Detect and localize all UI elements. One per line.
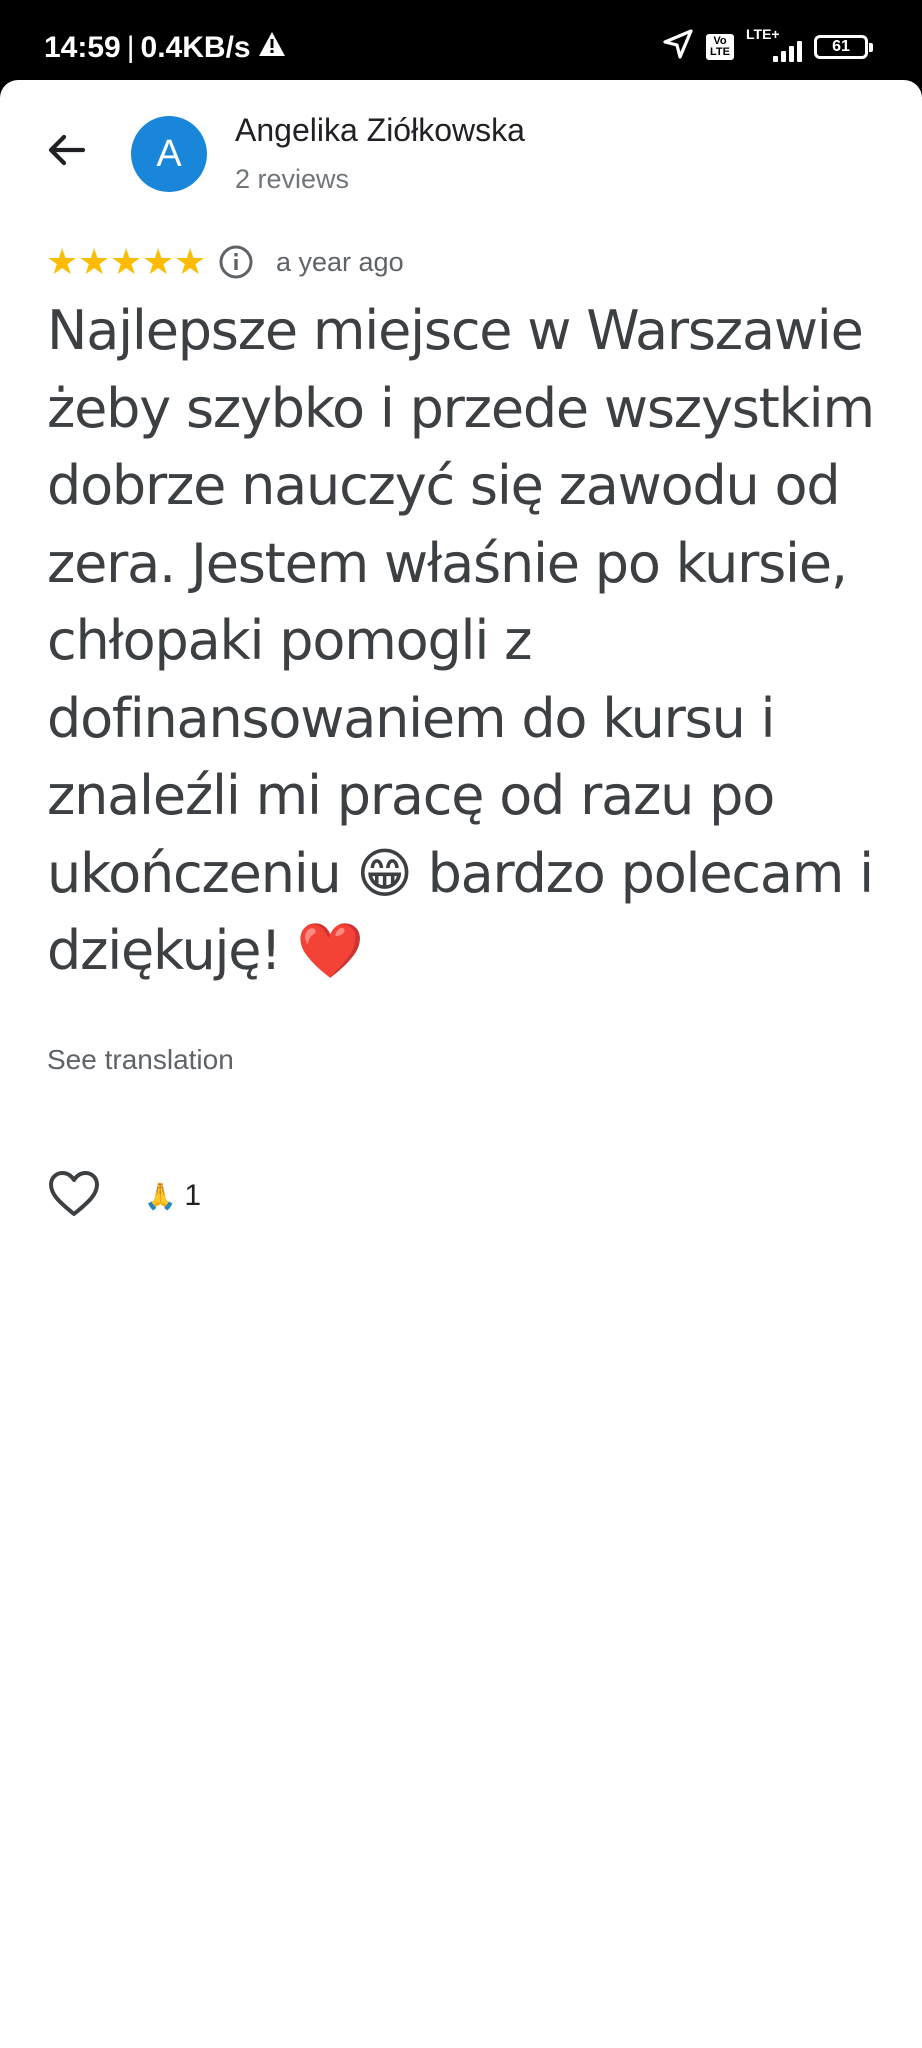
volte-label-top: Vo [713,34,727,47]
network-speed: 0.4KB/s [140,31,251,64]
signal-bars-icon [773,40,802,62]
star-icon: ★ [46,241,79,282]
battery-level: 61 [832,37,850,55]
heart-outline-icon [48,1170,100,1223]
review-text: Najlepsze miejsce w Warszawie żeby szybk… [47,299,875,982]
star-icon: ★ [174,241,207,282]
reaction-count: 1 [184,1179,202,1212]
pray-emoji-icon: 🙏 [144,1180,177,1211]
info-circle-icon[interactable] [218,244,254,280]
avatar-letter: A [156,132,182,175]
see-translation-link[interactable]: See translation [47,1044,234,1076]
navigation-arrow-icon [662,28,694,65]
status-left: 14:59 | 0.4KB/s [44,30,287,66]
signal-indicator: LTE+ [746,26,802,64]
back-button[interactable] [36,122,96,182]
status-bar: 14:59 | 0.4KB/s Vo LTE LTE+ 61 [0,0,922,80]
network-type-label: LTE+ [746,25,780,42]
star-icon: ★ [78,241,111,282]
rating-row: ★ ★ ★ ★ ★ a year ago [46,240,404,284]
arrow-back-icon [45,129,87,176]
status-time: 14:59 [44,31,121,64]
review-actions: 🙏 1 [46,1168,201,1224]
author-name[interactable]: Angelika Ziółkowska [235,112,525,149]
avatar[interactable]: A [131,116,207,192]
review-time: a year ago [276,246,404,277]
volte-badge: Vo LTE [706,33,734,60]
warning-triangle-icon [257,30,287,66]
volte-label-bottom: LTE [710,45,730,58]
author-review-count: 2 reviews [235,164,350,194]
like-button[interactable] [46,1168,102,1224]
battery-icon: 61 [814,34,873,59]
reaction-chip[interactable]: 🙏 1 [144,1179,201,1213]
status-right: Vo LTE LTE+ 61 [662,26,873,65]
review-sheet: A Angelika Ziółkowska 2 reviews ★ ★ ★ ★ … [0,80,922,2048]
star-icon: ★ [110,241,143,282]
status-separator: | [126,31,135,64]
star-icon: ★ [142,241,175,282]
